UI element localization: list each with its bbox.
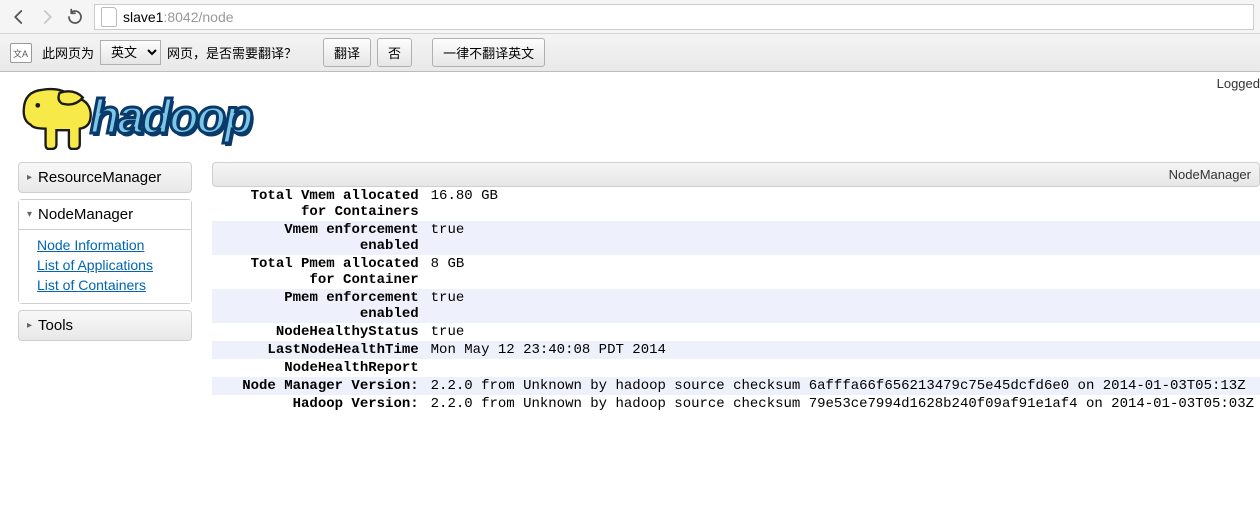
url-path: :8042/node: [163, 9, 233, 25]
sidebar-label: NodeManager: [38, 206, 133, 223]
translate-bar: 此网页为 英文 网页，是否需要翻译？ 翻译 否 一律不翻译英文: [0, 34, 1260, 72]
sidebar: ▸ ResourceManager ▾ NodeManager Node Inf…: [18, 162, 192, 347]
kv-value: true: [425, 323, 1260, 341]
sidebar-header-resourcemanager[interactable]: ▸ ResourceManager: [19, 163, 191, 192]
table-row: Pmem enforcement enabledtrue: [212, 289, 1260, 323]
triangle-right-icon: ▸: [27, 320, 32, 331]
kv-value: true: [425, 289, 1260, 323]
never-translate-button[interactable]: 一律不翻译英文: [432, 38, 545, 67]
kv-value: 8 GB: [425, 255, 1260, 289]
kv-key: Vmem enforcement enabled: [212, 221, 425, 255]
kv-value: true: [425, 221, 1260, 255]
translate-button[interactable]: 翻译: [323, 38, 371, 67]
back-button[interactable]: [6, 4, 32, 30]
hadoop-logo: hadoop: [18, 82, 318, 152]
table-row: Vmem enforcement enabledtrue: [212, 221, 1260, 255]
triangle-down-icon: ▾: [27, 209, 32, 220]
table-row: NodeHealthReport: [212, 359, 1260, 377]
page-body: Logged hadoop ▸ ResourceManager ▾ NodeMa…: [0, 72, 1260, 413]
sidebar-label: Tools: [38, 317, 73, 334]
sidebar-label: ResourceManager: [38, 169, 161, 186]
reload-button[interactable]: [62, 4, 88, 30]
forward-button[interactable]: [34, 4, 60, 30]
table-row: Total Vmem allocated for Containers16.80…: [212, 187, 1260, 221]
kv-key: NodeHealthyStatus: [212, 323, 425, 341]
sidebar-link-list-of-containers[interactable]: List of Containers: [37, 276, 191, 294]
node-info-table: Total Vmem allocated for Containers16.80…: [212, 187, 1260, 413]
table-row: NodeHealthyStatustrue: [212, 323, 1260, 341]
kv-value: 2.2.0 from Unknown by hadoop source chec…: [425, 395, 1260, 413]
kv-value: [425, 359, 1260, 377]
language-select[interactable]: 英文: [100, 40, 161, 65]
kv-key: Hadoop Version:: [212, 395, 425, 413]
browser-toolbar: slave1:8042/node: [0, 0, 1260, 34]
kv-value: Mon May 12 23:40:08 PDT 2014: [425, 341, 1260, 359]
sidebar-body-nodemanager: Node Information List of Applications Li…: [19, 229, 191, 303]
logged-label: Logged: [1217, 76, 1260, 91]
url-host: slave1: [123, 9, 163, 25]
address-bar[interactable]: slave1:8042/node: [94, 4, 1254, 30]
page-icon: [101, 7, 117, 27]
hadoop-wordmark: hadoop: [90, 90, 251, 145]
kv-value: 16.80 GB: [425, 187, 1260, 221]
sidebar-header-nodemanager[interactable]: ▾ NodeManager: [19, 200, 191, 229]
table-row: Hadoop Version:2.2.0 from Unknown by had…: [212, 395, 1260, 413]
main-panel: NodeManager Total Vmem allocated for Con…: [212, 162, 1260, 413]
no-button[interactable]: 否: [377, 38, 412, 67]
table-row: Total Pmem allocated for Container8 GB: [212, 255, 1260, 289]
elephant-icon: [18, 82, 98, 152]
kv-key: Total Pmem allocated for Container: [212, 255, 425, 289]
sidebar-link-list-of-applications[interactable]: List of Applications: [37, 256, 191, 274]
translate-icon: [10, 43, 32, 63]
sidebar-link-node-information[interactable]: Node Information: [37, 236, 191, 254]
table-row: Node Manager Version:2.2.0 from Unknown …: [212, 377, 1260, 395]
translate-prefix: 此网页为: [42, 43, 94, 62]
kv-key: Node Manager Version:: [212, 377, 425, 395]
panel-title: NodeManager: [212, 162, 1260, 187]
translate-question: 网页，是否需要翻译？: [167, 43, 297, 62]
triangle-right-icon: ▸: [27, 172, 32, 183]
sidebar-header-tools[interactable]: ▸ Tools: [19, 311, 191, 340]
kv-key: Pmem enforcement enabled: [212, 289, 425, 323]
kv-key: Total Vmem allocated for Containers: [212, 187, 425, 221]
sidebar-section-resourcemanager: ▸ ResourceManager: [18, 162, 192, 193]
kv-key: LastNodeHealthTime: [212, 341, 425, 359]
kv-value: 2.2.0 from Unknown by hadoop source chec…: [425, 377, 1260, 395]
sidebar-section-nodemanager: ▾ NodeManager Node Information List of A…: [18, 199, 192, 304]
kv-key: NodeHealthReport: [212, 359, 425, 377]
sidebar-section-tools: ▸ Tools: [18, 310, 192, 341]
table-row: LastNodeHealthTimeMon May 12 23:40:08 PD…: [212, 341, 1260, 359]
